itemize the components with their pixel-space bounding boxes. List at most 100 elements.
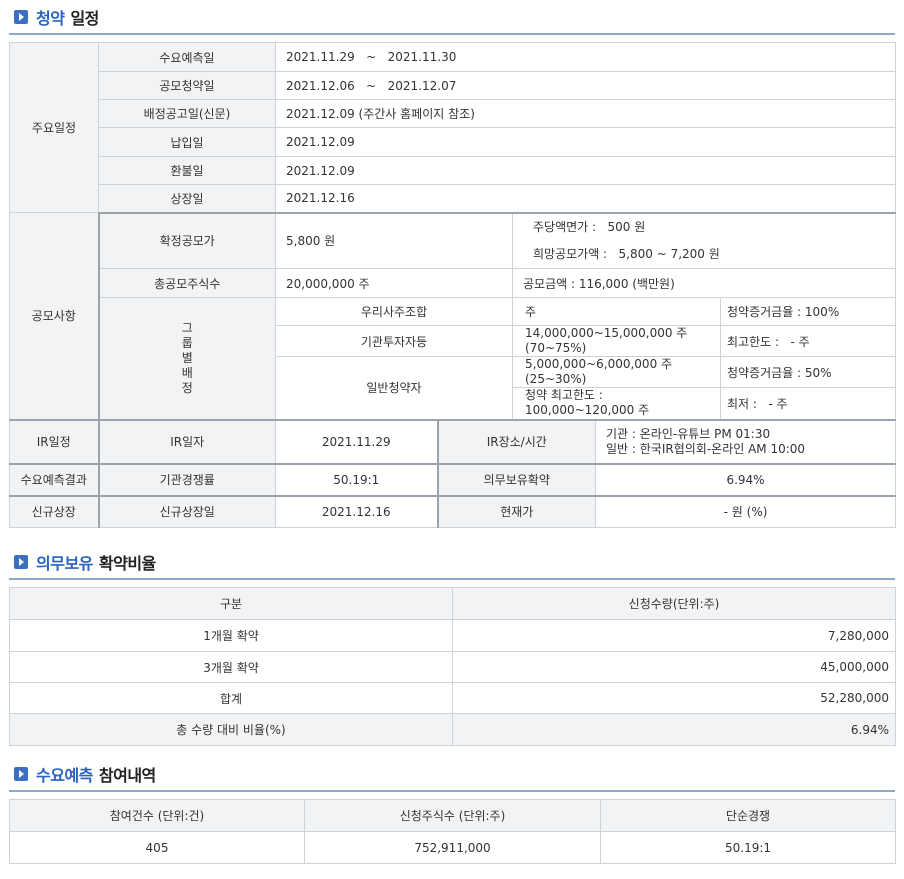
table-row: 공모사항 확정공모가 5,800 원 주당액면가 : 500 원 희망공모가액 … [9,211,897,420]
confirmed-price-value: 5,800 원 [275,211,513,269]
hope-price: 희망공모가액 : 5,800 ~ 7,200 원 [533,246,720,261]
alloc-inst-shares: 14,000,000~15,000,000 주 (70~75%) [512,325,721,357]
ir-date-label: IR일자 [97,418,276,464]
row-label: 상장일 [98,184,276,213]
table-row: 공모청약일 2021.12.06 ~ 2021.12.07 [10,71,897,100]
table-row: 그룹별배정 우리사주조합 주 청약증거금율 : 100% [10,297,897,420]
row-value: 2021.12.09 [274,127,897,157]
table-row: 배정공고일(신문) 2021.12.09 (주간사 홈페이지 참조) [10,99,897,128]
offer-amount: 공모금액 : 116,000 (백만원) [511,268,897,298]
row-label: 배정공고일(신문) [98,99,276,128]
lockup-label: 의무보유확약 [436,462,596,496]
alloc-inst: 기관투자자등 [275,325,513,357]
alloc-retail-margin: 청약증거금율 : 50% [719,356,897,388]
alloc-vertical-label: 그룹별배정 [181,320,193,395]
section-divider [9,790,895,792]
group-label-demand: 수요예측결과 [9,462,99,496]
lockup-category: 합계 [9,682,453,714]
section-title-accent: 청약 [36,9,65,28]
section-bullet-icon [14,555,28,569]
par-value: 주당액면가 : 500 원 [533,219,646,234]
alloc-employee: 우리사주조합 [275,297,513,326]
total-shares-value: 20,000,000 주 [275,268,513,298]
group-label-listing: 신규상장 [9,494,99,528]
alloc-retail-shares: 5,000,000~6,000,000 주 (25~30%) [512,356,721,388]
group-label-ir: IR일정 [9,418,99,464]
lockup-quantity: 52,280,000 [452,682,896,714]
table-row: 3개월 확약 45,000,000 [9,651,896,683]
listing-date-value: 2021.12.16 [275,494,438,528]
section-bullet-icon [14,10,28,24]
section-title-rest: 참여내역 [98,766,156,785]
row-value: 2021.11.29 ~ 2021.11.30 [274,42,897,72]
ir-date-value: 2021.11.29 [275,418,438,464]
table-row: 총공모주식수 20,000,000 주 공모금액 : 116,000 (백만원) [10,268,897,298]
section-title-lockup: 의무보유 확약비율 [14,551,156,573]
row-label: 수요예측일 [98,42,276,72]
alloc-retail: 일반청약자 [275,356,513,420]
table-row: 1개월 확약 7,280,000 [9,619,896,652]
row-label: 납입일 [98,127,276,157]
section-title-accent: 의무보유 [36,554,93,573]
lockup-category: 1개월 확약 [9,619,453,652]
alloc-inst-max: 최고한도 : - 주 [719,325,897,357]
lockup-category: 총 수량 대비 비율(%) [9,713,453,746]
column-header: 신청수량(단위:주) [452,587,896,620]
section-divider [9,33,895,35]
section-title-demand: 수요예측 참여내역 [14,763,156,785]
lockup-quantity: 45,000,000 [452,651,896,683]
column-header: 신청주식수 (단위:주) [304,799,601,832]
alloc-retail-limit: 청약 최고한도 : 100,000~120,000 주 [512,387,721,420]
lockup-category: 3개월 확약 [9,651,453,683]
participant-count: 405 [9,831,305,864]
alloc-employee-shares: 주 [512,297,721,326]
column-header: 구분 [9,587,453,620]
lockup-value: 6.94% [594,462,897,496]
table-row: 상장일 2021.12.16 [10,184,897,213]
inst-shares-pct: (70~75%) [525,341,587,355]
section-title-accent: 수요예측 [36,766,93,785]
listing-date-label: 신규상장일 [97,494,276,528]
current-price-label: 현재가 [436,494,596,528]
retail-shares-range: 5,000,000~6,000,000 주 [525,357,673,371]
table-row: 405 752,911,000 50.19:1 [9,831,896,864]
price-info: 주당액면가 : 500 원 희망공모가액 : 5,800 ~ 7,200 원 [511,211,897,269]
retail-shares-pct: (25~30%) [525,372,587,386]
demand-table: 참여건수 (단위:건) 신청주식수 (단위:주) 단순경쟁 405 752,91… [9,799,896,864]
competition-label: 기관경쟁률 [97,462,276,496]
table-row: 수요예측결과 기관경쟁률 50.19:1 의무보유확약 6.94% [9,462,897,496]
table-row: IR일정 IR일자 2021.11.29 IR장소/시간 기관 : 온라인-유튜… [9,418,897,464]
group-label-main: 주요일정 [9,42,99,213]
section-divider [9,578,895,580]
ir-place-value: 기관 : 온라인-유튜브 PM 01:30 일반 : 한국IR협의회-온라인 A… [594,418,897,464]
section-title-rest: 일정 [70,9,99,28]
row-value: 2021.12.06 ~ 2021.12.07 [274,71,897,100]
schedule-table: 주요일정 수요예측일 2021.11.29 ~ 2021.11.30 공모청약일… [9,42,897,528]
section-bullet-icon [14,767,28,781]
table-row: 납입일 2021.12.09 [10,127,897,157]
column-header: 참여건수 (단위:건) [9,799,305,832]
table-row: 총 수량 대비 비율(%) 6.94% [9,713,896,746]
simple-competition: 50.19:1 [600,831,896,864]
alloc-retail-min: 최저 : - 주 [719,387,897,420]
row-label: 환불일 [98,156,276,185]
lockup-table: 구분 신청수량(단위:주) 1개월 확약 7,280,000 3개월 확약 45… [9,587,896,746]
lockup-quantity: 7,280,000 [452,619,896,652]
table-header-row: 참여건수 (단위:건) 신청주식수 (단위:주) 단순경쟁 [9,799,896,832]
section-title-schedule: 청약 일정 [14,6,99,28]
row-value: 2021.12.16 [274,184,897,213]
table-row: 주요일정 수요예측일 2021.11.29 ~ 2021.11.30 [9,42,897,213]
ir-place-inst: 기관 : 온라인-유튜브 PM 01:30 [606,426,771,441]
retail-limit-range: 100,000~120,000 주 [525,403,650,418]
column-header: 단순경쟁 [600,799,896,832]
total-shares-label: 총공모주식수 [97,268,276,298]
table-row: 환불일 2021.12.09 [10,156,897,185]
retail-limit-label: 청약 최고한도 : [525,388,603,403]
section-title-rest: 확약비율 [98,554,156,573]
applied-shares: 752,911,000 [304,831,601,864]
competition-value: 50.19:1 [275,462,438,496]
inst-shares-range: 14,000,000~15,000,000 주 [525,326,688,340]
confirmed-price-label: 확정공모가 [97,211,276,269]
table-header-row: 구분 신청수량(단위:주) [9,587,896,620]
alloc-employee-margin: 청약증거금율 : 100% [719,297,897,326]
